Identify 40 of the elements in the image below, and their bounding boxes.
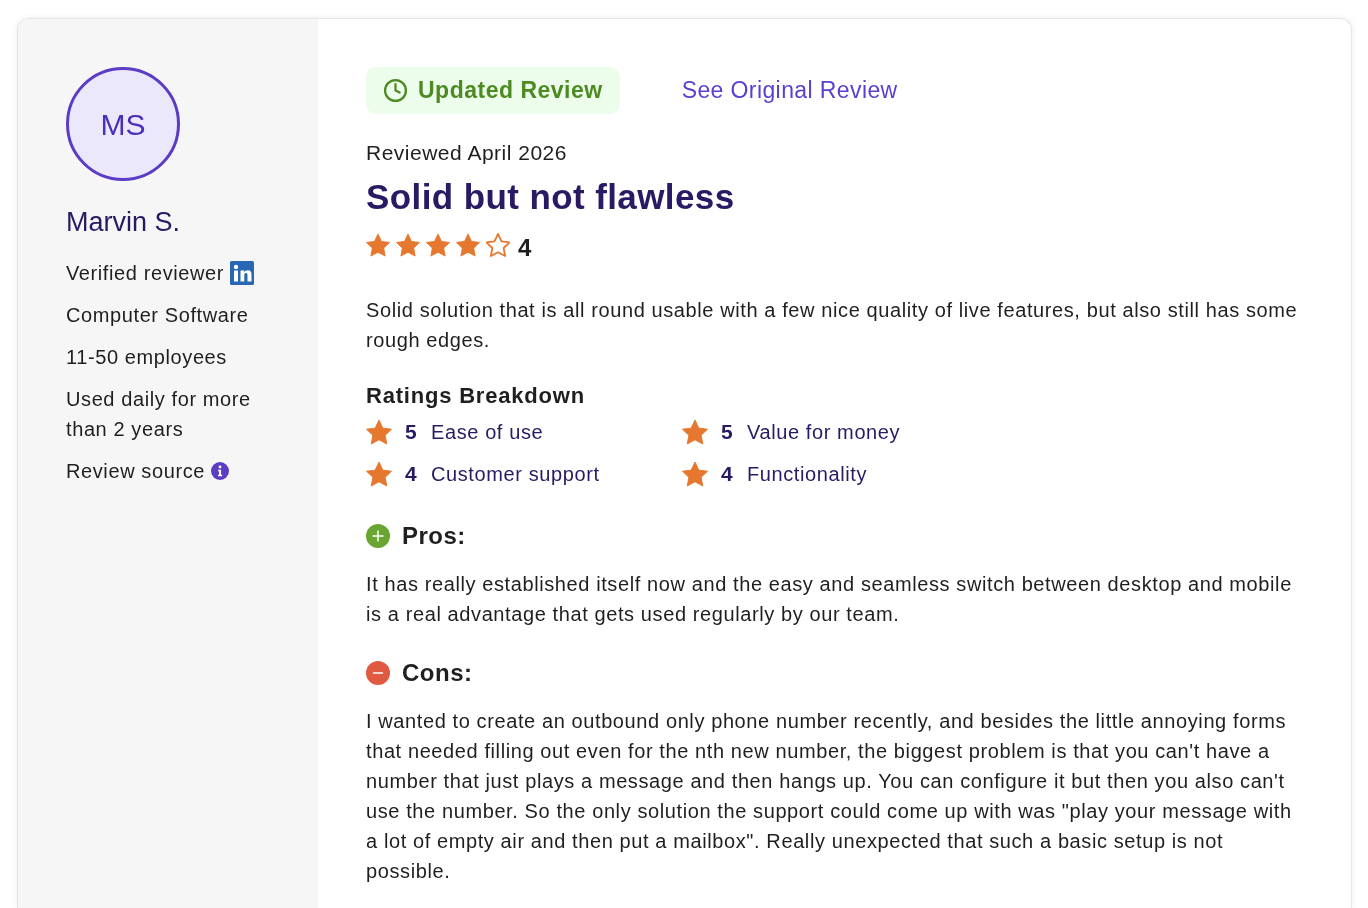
- star-icon: [486, 233, 510, 257]
- star-icon: [682, 419, 708, 445]
- rating-label: Value for money: [747, 420, 901, 445]
- reviewer-detail: Review source: [66, 459, 205, 484]
- section-text: It has really established itself now and the easy and seamless switch between desktop and mobile is a real advantage that gets used regularly by our team.: [366, 572, 1293, 627]
- star-icon: [366, 461, 392, 487]
- rating-score: 4: [405, 461, 418, 488]
- star-icon: [366, 419, 392, 445]
- clock-icon: [383, 78, 408, 103]
- review-title: Solid but not flawless: [366, 176, 736, 218]
- star-icon: [366, 233, 390, 257]
- star-icon: [682, 461, 708, 487]
- review-summary: Solid solution that is all round usable with a few nice quality of live features, but also still has some rough edges.: [366, 298, 1299, 353]
- linkedin-icon[interactable]: [230, 261, 255, 285]
- rating-label: Customer support: [431, 462, 600, 487]
- rating-label: Ease of use: [431, 420, 544, 445]
- section-text: I wanted to create an outbound only phone number recently, and besides the little annoying forms that needed filling out even for the nth new number, the biggest problem is that you can't have a number that just plays a message and then hangs up. You can configure it but then you also can't use the number. So the only solution the support could come up with was "play your message with a lot of empty air and then put a mailbox". Really unexpected that such a basic setup is not possible.: [366, 709, 1293, 884]
- rating-score: 4: [721, 461, 734, 488]
- rating-score: 5: [405, 419, 418, 446]
- star-icon: [396, 233, 420, 257]
- minus-icon: [366, 661, 390, 685]
- avatar: MS: [66, 67, 180, 181]
- star-icon: [456, 233, 480, 257]
- section-heading: Pros:: [402, 521, 466, 551]
- overall-score: 4: [518, 233, 532, 263]
- rating-score: 5: [721, 419, 734, 446]
- star-icon: [426, 233, 450, 257]
- see-original-review-link[interactable]: See Original Review: [681, 73, 898, 108]
- info-icon[interactable]: [210, 462, 229, 480]
- reviewer-detail: 11-50 employees: [66, 346, 227, 368]
- review-date: Reviewed April 2026: [366, 140, 568, 166]
- reviewer-detail: Verified reviewer: [66, 261, 225, 286]
- rating-label: Functionality: [747, 462, 868, 487]
- section-heading: Cons:: [402, 658, 473, 688]
- ratings-breakdown-heading: Ratings Breakdown: [366, 382, 586, 410]
- reviewer-detail: Used daily for more than 2 years: [66, 388, 251, 440]
- plus-icon: [366, 524, 390, 548]
- reviewer-detail: Computer Software: [66, 304, 249, 326]
- badge-label: Updated Review: [418, 76, 603, 106]
- reviewer-name: Marvin S.: [66, 206, 182, 239]
